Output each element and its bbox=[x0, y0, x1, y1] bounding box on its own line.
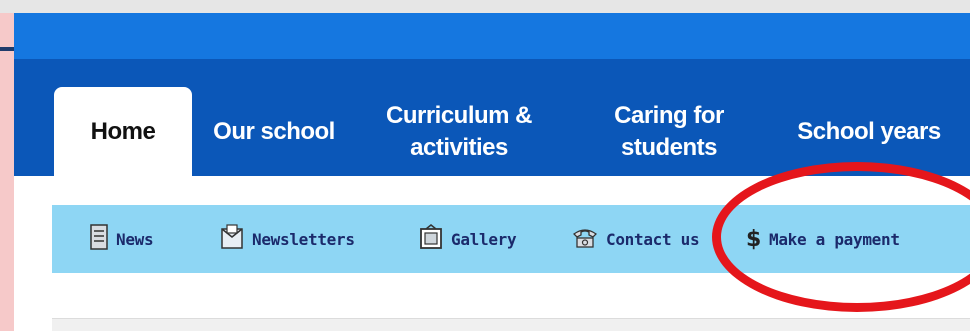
edge-marker bbox=[0, 47, 14, 51]
tab-label: Our school bbox=[213, 117, 335, 145]
tab-curriculum-activities[interactable]: Curriculum & activities bbox=[374, 87, 544, 176]
subnav-label: Gallery bbox=[451, 229, 517, 249]
subnav-label: Newsletters bbox=[252, 229, 355, 249]
subnav-label: News bbox=[116, 229, 154, 249]
subnav-gallery[interactable]: Gallery bbox=[419, 205, 517, 273]
tab-label: Caring for students bbox=[614, 101, 724, 161]
screenshot-frame: Home Our school Curriculum & activities … bbox=[0, 0, 970, 331]
tab-caring-for-students[interactable]: Caring for students bbox=[589, 87, 749, 176]
news-icon bbox=[90, 224, 108, 254]
newsletter-icon bbox=[220, 224, 244, 254]
subnav-newsletters[interactable]: Newsletters bbox=[220, 205, 355, 273]
browser-top-edge bbox=[0, 0, 970, 13]
tab-label: Home bbox=[90, 117, 156, 145]
tab-label: Curriculum & activities bbox=[385, 101, 533, 161]
tab-home[interactable]: Home bbox=[54, 87, 192, 176]
brand-bar bbox=[14, 13, 970, 59]
subnav-news[interactable]: News bbox=[90, 205, 154, 273]
gallery-icon bbox=[419, 224, 443, 254]
subnav-label: Contact us bbox=[606, 229, 700, 249]
tab-our-school[interactable]: Our school bbox=[204, 87, 344, 176]
tab-label: School years bbox=[797, 117, 941, 145]
content-area-top bbox=[52, 318, 970, 331]
phone-icon bbox=[572, 226, 598, 252]
subnav-contact-us[interactable]: Contact us bbox=[572, 205, 700, 273]
